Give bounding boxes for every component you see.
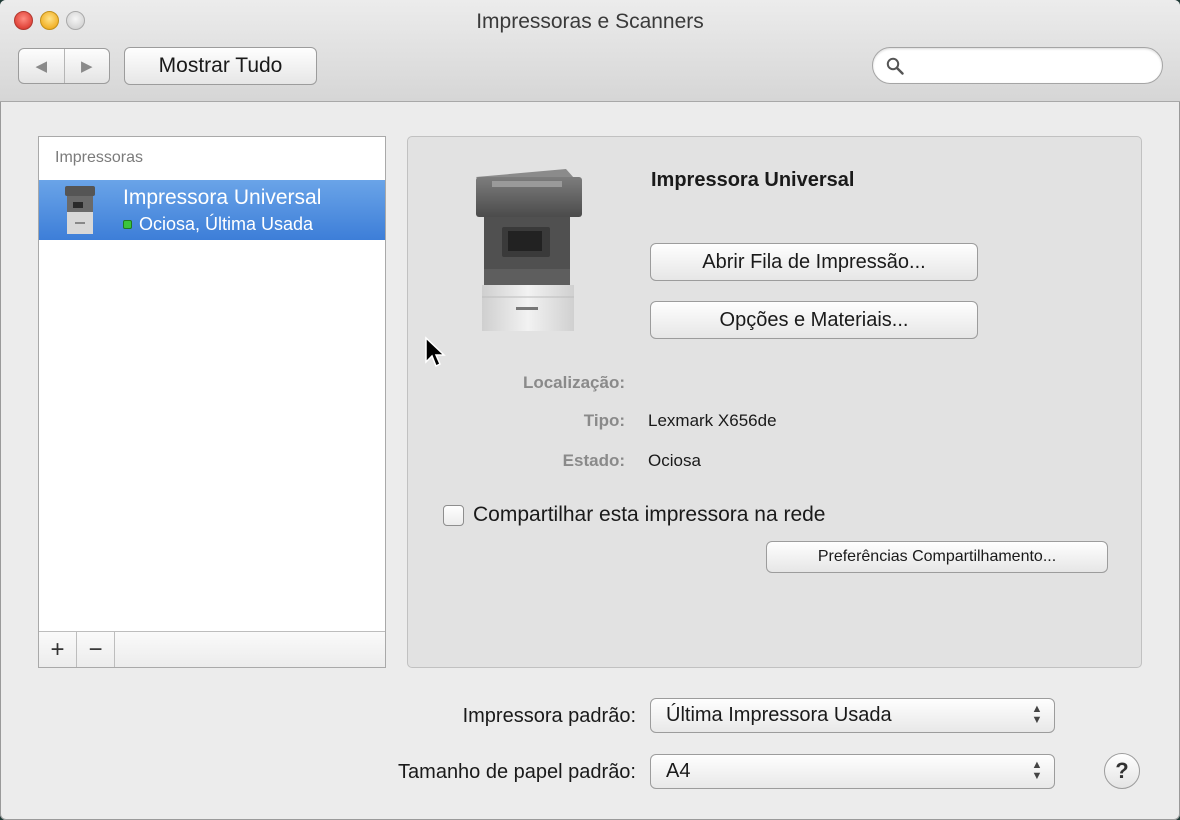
printer-list-item[interactable]: Impressora Universal Ociosa, Última Usad… [39, 180, 385, 240]
mouse-pointer-icon [425, 336, 446, 368]
window: Impressoras e Scanners ◀ ▶ Mostrar Tudo … [0, 0, 1180, 820]
printer-list-footer: + − [39, 631, 385, 667]
status-indicator-icon [123, 220, 132, 229]
open-print-queue-button[interactable]: Abrir Fila de Impressão... [650, 243, 978, 281]
state-value: Ociosa [648, 451, 701, 470]
printer-list: Impressoras Impressora Universal Ociosa,… [38, 136, 386, 668]
forward-arrow-icon: ▶ [80, 58, 93, 75]
type-label: Tipo: [583, 411, 625, 430]
back-button[interactable]: ◀ [19, 49, 65, 83]
default-paper-size-value: A4 [666, 760, 691, 782]
printer-list-header: Impressoras [55, 149, 144, 166]
navigation-segmented-control: ◀ ▶ [18, 48, 110, 84]
forward-button[interactable]: ▶ [65, 49, 110, 83]
share-printer-row: Compartilhar esta impressora na rede [443, 503, 826, 527]
printer-status: Ociosa, Última Usada [123, 214, 313, 235]
show-all-button[interactable]: Mostrar Tudo [124, 47, 317, 85]
toolbar: Impressoras e Scanners ◀ ▶ Mostrar Tudo [0, 0, 1180, 102]
select-arrows-icon: ▲ ▼ [1031, 759, 1043, 782]
printer-thumbnail-icon [65, 186, 95, 234]
default-paper-size-label: Tamanho de papel padrão: [398, 761, 636, 783]
sharing-preferences-button[interactable]: Preferências Compartilhamento... [766, 541, 1108, 573]
state-label: Estado: [562, 451, 625, 470]
window-title: Impressoras e Scanners [476, 10, 704, 33]
search-icon [886, 57, 904, 75]
default-printer-select[interactable]: Última Impressora Usada ▲ ▼ [650, 698, 1055, 733]
printer-status-text: Ociosa, Última Usada [139, 214, 314, 234]
detail-printer-name: Impressora Universal [651, 169, 855, 191]
back-arrow-icon: ◀ [35, 58, 48, 75]
default-printer-label: Impressora padrão: [462, 705, 636, 727]
options-and-supplies-button[interactable]: Opções e Materiais... [650, 301, 978, 339]
select-arrows-icon: ▲ ▼ [1031, 703, 1043, 726]
printer-name: Impressora Universal [123, 186, 322, 209]
location-label: Localização: [522, 373, 625, 392]
share-printer-checkbox[interactable] [443, 504, 464, 526]
default-printer-value: Última Impressora Usada [666, 704, 892, 726]
help-button[interactable]: ? [1104, 753, 1140, 789]
printer-image [476, 169, 582, 331]
default-paper-size-select[interactable]: A4 ▲ ▼ [650, 754, 1055, 789]
printer-detail-panel: Impressora Universal Abrir Fila de Impre… [407, 136, 1142, 668]
add-printer-button[interactable]: + [39, 632, 77, 667]
type-value: Lexmark X656de [648, 411, 777, 430]
search-field[interactable] [872, 47, 1163, 84]
remove-printer-button[interactable]: − [77, 632, 115, 667]
share-printer-label[interactable]: Compartilhar esta impressora na rede [473, 503, 826, 527]
